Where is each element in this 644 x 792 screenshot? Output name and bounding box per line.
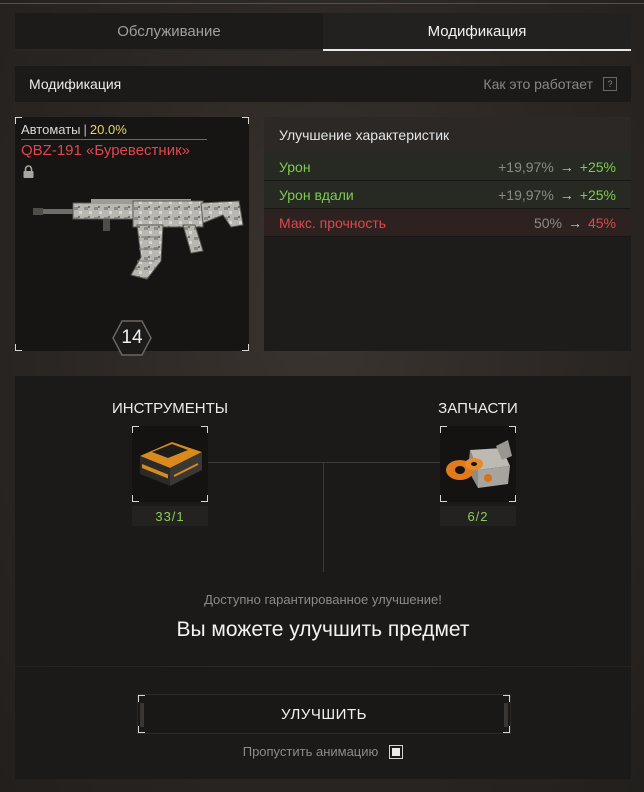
weapon-card[interactable]: Автоматы | 20.0% QBZ-191 «Буревестник» 1… [15, 117, 249, 356]
rifle-image [33, 199, 244, 280]
weapon-category: Автоматы [21, 122, 81, 137]
materials-panel: ИНСТРУМЕНТЫ ЗАПЧАСТИ 33/1 6/2 Доступно г… [15, 376, 631, 666]
help-icon[interactable]: ? [603, 77, 617, 91]
frame-corner [201, 495, 208, 502]
frame-corner [138, 695, 145, 702]
upgrade-button-label: УЛУЧШИТЬ [281, 705, 367, 723]
stat-row-range-damage: Урон вдали +19,97% → +25% [264, 181, 631, 209]
stat-row-durability: Макс. прочность 50% → 45% [264, 209, 631, 237]
stat-old-value: 50% [533, 214, 562, 231]
frame-corner [440, 495, 447, 502]
button-edge [504, 703, 508, 727]
connector-line [323, 462, 324, 572]
arrow-right-icon: → [567, 214, 582, 231]
upgrade-button[interactable]: УЛУЧШИТЬ [137, 694, 511, 734]
category-divider [21, 139, 207, 140]
frame-corner [503, 726, 510, 733]
lock-icon [23, 165, 34, 178]
stat-old-value: +19,97% [498, 186, 554, 203]
section-title: Модификация [29, 76, 122, 92]
stat-new-value: +25% [579, 186, 616, 203]
parts-count: 6/2 [440, 506, 516, 526]
stat-new-value: 45% [587, 214, 616, 231]
stat-row-damage: Урон +19,97% → +25% [264, 153, 631, 181]
frame-corner [138, 726, 145, 733]
stat-label: Урон вдали [279, 186, 354, 203]
can-upgrade-message: Вы можете улучшить предмет [176, 618, 470, 641]
weapon-percent: 20.0% [89, 122, 127, 137]
stat-label: Макс. прочность [279, 214, 387, 231]
skip-animation-label: Пропустить анимацию [242, 744, 379, 759]
toolbox-icon [140, 442, 202, 486]
weapon-level: 14 [121, 327, 143, 348]
frame-corner [132, 495, 139, 502]
category-separator: | [83, 122, 87, 137]
how-it-works-link[interactable]: Как это работает [483, 76, 593, 92]
skip-animation-row: Пропустить анимацию [15, 744, 631, 759]
button-edge [140, 703, 144, 727]
frame-corner [509, 495, 516, 502]
frame-corner [132, 426, 139, 433]
tools-title: ИНСТРУМЕНТЫ [111, 400, 229, 417]
guaranteed-upgrade-note: Доступно гарантированное улучшение! [204, 592, 442, 607]
section-header: Модификация Как это работает ? [15, 66, 631, 102]
top-divider [0, 3, 644, 4]
stat-label: Урон [279, 158, 311, 175]
stat-old-value: +19,97% [498, 158, 554, 175]
stat-new-value: +25% [579, 158, 616, 175]
frame-corner [15, 344, 22, 351]
frame-corner [242, 344, 249, 351]
connector-line [208, 462, 440, 463]
tools-slot[interactable] [132, 426, 208, 502]
spare-parts-icon [446, 440, 512, 488]
tab-bar: Обслуживание Модификация [15, 13, 631, 51]
arrow-right-icon: → [559, 186, 574, 203]
weapon-category-line: Автоматы | 20.0% [21, 122, 127, 137]
stats-panel: Улучшение характеристик Урон +19,97% → +… [264, 117, 631, 351]
frame-corner [509, 426, 516, 433]
checkbox-check-icon [392, 747, 401, 756]
actions-panel: УЛУЧШИТЬ Пропустить анимацию [15, 667, 631, 779]
stats-title: Улучшение характеристик [264, 117, 631, 153]
skip-animation-checkbox[interactable] [389, 744, 404, 759]
tools-count: 33/1 [132, 506, 208, 526]
frame-corner [440, 426, 447, 433]
weapon-name: QBZ-191 «Буревестник» [21, 142, 190, 159]
frame-corner [242, 117, 249, 124]
arrow-right-icon: → [559, 158, 574, 175]
tab-modification[interactable]: Модификация [323, 13, 631, 51]
parts-title: ЗАПЧАСТИ [438, 400, 518, 417]
parts-slot[interactable] [440, 426, 516, 502]
tab-maintenance[interactable]: Обслуживание [15, 13, 323, 51]
frame-corner [503, 695, 510, 702]
frame-corner [201, 426, 208, 433]
